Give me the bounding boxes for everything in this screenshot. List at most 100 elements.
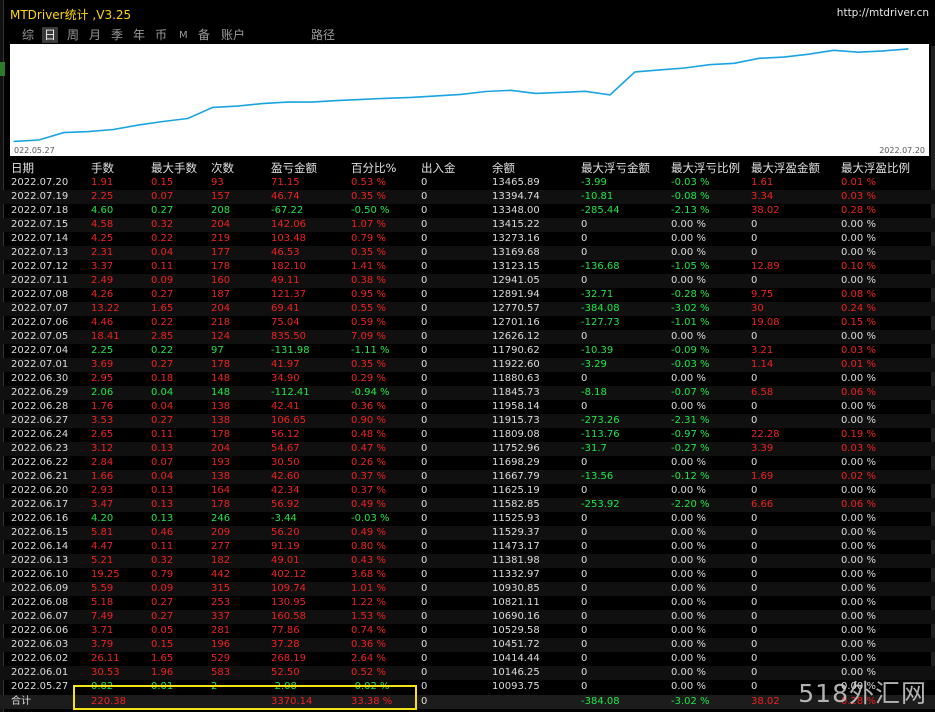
table-row[interactable]: 2022.06.10 19.25 0.79 442 402.12 3.68 % 0 11332… <box>0 568 935 582</box>
table-row[interactable]: 2022.07.13 2.31 0.04 177 46.53 0.35 % 0 13169.6… <box>0 246 935 260</box>
header-max-float-loss-pct[interactable]: 最大浮亏比例 <box>671 160 740 176</box>
tab-1[interactable]: 日 <box>42 27 59 43</box>
table-row[interactable]: 2022.07.05 18.41 2.85 124 835.50 7.09 % 0 12626… <box>0 330 935 344</box>
cell-lots: 2.31 <box>91 247 114 258</box>
tab-8[interactable]: 备 <box>196 27 212 43</box>
table-row[interactable]: 2022.06.09 5.59 0.09 315 109.74 1.01 % 0 10930.… <box>0 582 935 596</box>
cell-lots: 13.22 <box>91 303 120 314</box>
cell-max-float-profit-pct: 0.00 % <box>841 415 876 426</box>
table-row[interactable]: 2022.07.07 13.22 1.65 204 69.41 0.55 % 0 12770.… <box>0 302 935 316</box>
tab-0[interactable]: 综 <box>20 27 36 43</box>
table-row[interactable]: 2022.06.29 2.06 0.04 148 -112.41 -0.94 % 0 1184… <box>0 386 935 400</box>
table-row[interactable]: 2022.06.06 3.71 0.05 281 77.86 0.74 % 0 10529.5… <box>0 624 935 638</box>
tab-6[interactable]: 币 <box>153 27 169 43</box>
cell-max-float-loss: -13.56 <box>581 471 614 482</box>
cell-count: 93 <box>211 177 224 188</box>
cell-max-float-profit-pct: 0.00 % <box>841 569 876 580</box>
table-row[interactable]: 2022.07.18 4.60 0.27 208 -67.22 -0.50 % 0 13348… <box>0 204 935 218</box>
header-max-lots[interactable]: 最大手数 <box>151 160 197 176</box>
header-date[interactable]: 日期 <box>11 160 34 176</box>
tab-9[interactable]: 账户 <box>219 27 247 43</box>
table-row[interactable]: 2022.07.19 2.25 0.07 157 46.74 0.35 % 0 13394.7… <box>0 190 935 204</box>
table-row[interactable]: 2022.07.01 3.69 0.27 178 41.97 0.35 % 0 11922.6… <box>0 358 935 372</box>
equity-point <box>410 96 412 98</box>
cell-deposit: 0 <box>421 625 428 636</box>
cell-deposit: 0 <box>421 289 428 300</box>
table-row[interactable]: 2022.06.08 5.18 0.27 253 130.95 1.22 % 0 10821.… <box>0 596 935 610</box>
cell-percent: 1.53 % <box>351 611 386 622</box>
table-row[interactable]: 2022.06.21 1.66 0.04 138 42.60 0.37 % 0 11667.7… <box>0 470 935 484</box>
table-row[interactable]: 2022.06.23 3.12 0.13 204 54.67 0.47 % 0 11752.9… <box>0 442 935 456</box>
table-row[interactable]: 2022.06.28 1.76 0.04 138 42.41 0.36 % 0 11958.1… <box>0 400 935 414</box>
tab-3[interactable]: 月 <box>87 27 103 43</box>
table-row[interactable]: 2022.07.20 1.91 0.15 93 71.15 0.53 % 0 13465.89… <box>0 176 935 190</box>
cell-lots: 3.53 <box>91 415 114 426</box>
cell-lots: 18.41 <box>91 331 120 342</box>
header-pnl[interactable]: 盈亏金额 <box>271 160 317 176</box>
total-date: 合计 <box>11 696 31 707</box>
table-row[interactable]: 2022.06.07 7.49 0.27 337 160.58 1.53 % 0 10690.… <box>0 610 935 624</box>
header-lots[interactable]: 手数 <box>91 160 114 176</box>
cell-pnl: 130.95 <box>271 597 306 608</box>
header-percent[interactable]: 百分比% <box>351 160 396 176</box>
table-row[interactable]: 2022.06.22 2.84 0.07 193 30.50 0.26 % 0 11698.2… <box>0 456 935 470</box>
table-row[interactable]: 2022.06.24 2.65 0.11 178 56.12 0.48 % 0 11809.0… <box>0 428 935 442</box>
cell-max-lots: 0.27 <box>151 205 174 216</box>
table-row[interactable]: 2022.07.14 4.25 0.22 219 103.48 0.79 % 0 13273.… <box>0 232 935 246</box>
cell-max-float-loss-pct: -0.12 % <box>671 471 710 482</box>
tab-7[interactable]: M <box>177 28 190 44</box>
cell-max-lots: 0.13 <box>151 499 174 510</box>
table-row[interactable]: 2022.06.03 3.79 0.15 196 37.28 0.36 % 0 10451.7… <box>0 638 935 652</box>
cell-max-float-profit: 6.66 <box>751 499 774 510</box>
table-row[interactable]: 2022.06.30 2.95 0.18 148 34.90 0.29 % 0 11880.6… <box>0 372 935 386</box>
header-balance[interactable]: 余额 <box>492 160 515 176</box>
table-row[interactable]: 2022.06.14 4.47 0.11 277 91.19 0.80 % 0 11473.1… <box>0 540 935 554</box>
cell-max-lots: 0.04 <box>151 247 174 258</box>
cell-lots: 4.60 <box>91 205 114 216</box>
cell-deposit: 0 <box>421 555 428 566</box>
table-row[interactable]: 2022.06.17 3.47 0.13 178 56.92 0.49 % 0 11582.8… <box>0 498 935 512</box>
table-row[interactable]: 2022.07.11 2.49 0.09 160 49.11 0.38 % 0 12941.0… <box>0 274 935 288</box>
table-row[interactable]: 2022.06.01 30.53 1.96 583 52.50 0.52 % 0 10146.… <box>0 666 935 680</box>
cell-balance: 12891.94 <box>492 289 540 300</box>
table-row[interactable]: 2022.07.06 4.46 0.22 218 75.04 0.59 % 0 12701.1… <box>0 316 935 330</box>
table-row[interactable]: 2022.05.27 0.82 0.01 2 -2.08 -0.02 % 0 10093.75… <box>0 680 935 694</box>
cell-percent: 1.41 % <box>351 261 386 272</box>
header-max-float-profit-pct[interactable]: 最大浮盈比例 <box>841 160 910 176</box>
header-max-float-profit[interactable]: 最大浮盈金额 <box>751 160 820 176</box>
table-row[interactable]: 2022.07.15 4.58 0.32 204 142.06 1.07 % 0 13415.… <box>0 218 935 232</box>
tab-2[interactable]: 周 <box>65 27 81 43</box>
table-row[interactable]: 2022.06.02 26.11 1.65 529 268.19 2.64 % 0 10414… <box>0 652 935 666</box>
app-url-link[interactable]: http://mtdriver.cn <box>837 7 929 19</box>
cell-balance: 10451.72 <box>492 639 540 650</box>
cell-max-float-loss: 0 <box>581 681 588 692</box>
equity-point <box>187 117 189 120</box>
cell-deposit: 0 <box>421 541 428 552</box>
table-row[interactable]: 2022.07.04 2.25 0.22 97 -131.98 -1.11 % 0 11790… <box>0 344 935 358</box>
cell-date: 2022.07.04 <box>11 345 69 356</box>
table-row[interactable]: 2022.06.27 3.53 0.27 138 106.65 0.90 % 0 11915.… <box>0 414 935 428</box>
table-row[interactable]: 2022.06.16 4.20 0.13 246 -3.44 -0.03 % 0 11525.… <box>0 512 935 526</box>
cell-balance: 13169.68 <box>492 247 540 258</box>
cell-percent: 0.59 % <box>351 317 386 328</box>
cell-percent: 0.80 % <box>351 541 386 552</box>
cell-max-float-loss-pct: -0.27 % <box>671 443 710 454</box>
cell-pnl: 42.34 <box>271 485 300 496</box>
cell-max-float-loss-pct: 0.00 % <box>671 247 706 258</box>
tab-4[interactable]: 季 <box>109 27 125 43</box>
tab-10[interactable]: 路径 <box>309 27 337 43</box>
cell-max-float-profit: 0 <box>751 485 758 496</box>
table-row[interactable]: 2022.07.08 4.26 0.27 187 121.37 0.95 % 0 12891.… <box>0 288 935 302</box>
table-row[interactable]: 2022.06.15 5.81 0.46 209 56.20 0.49 % 0 11529.3… <box>0 526 935 540</box>
header-count[interactable]: 次数 <box>211 160 234 176</box>
app-title: MTDriver统计 ,V3.25 <box>10 8 132 22</box>
header-max-float-loss[interactable]: 最大浮亏金额 <box>581 160 650 176</box>
cell-lots: 7.49 <box>91 611 114 622</box>
total-pnl: 3370.14 <box>271 696 313 707</box>
tab-5[interactable]: 年 <box>131 27 147 43</box>
table-row[interactable]: 2022.07.12 3.37 0.11 178 182.10 1.41 % 0 13123.… <box>0 260 935 274</box>
table-row[interactable]: 2022.06.20 2.93 0.13 164 42.34 0.37 % 0 11625.1… <box>0 484 935 498</box>
table-row[interactable]: 2022.06.13 5.21 0.32 182 49.01 0.43 % 0 11381.9… <box>0 554 935 568</box>
cell-pnl: -131.98 <box>271 345 310 356</box>
header-deposit[interactable]: 出入金 <box>421 160 456 176</box>
